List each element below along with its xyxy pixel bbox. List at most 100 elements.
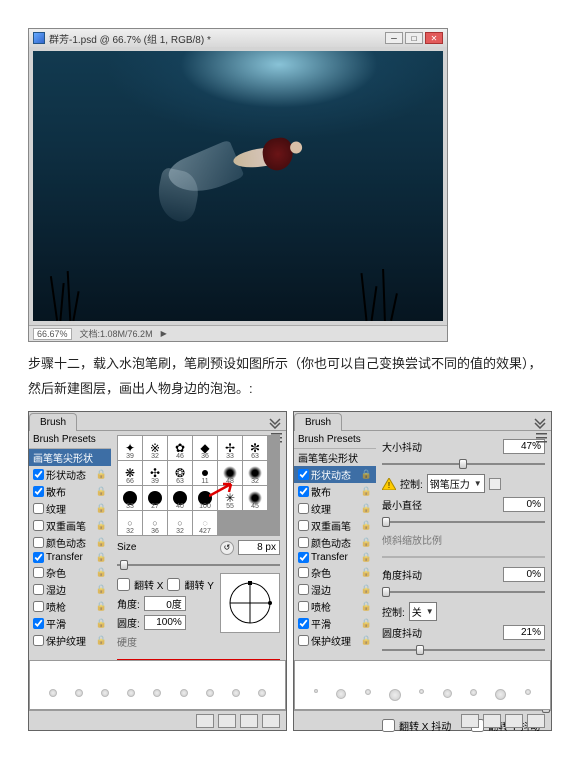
lock-icon: 🔒 bbox=[361, 520, 372, 531]
window-title: 群芳-1.psd @ 66.7% (组 1, RGB/8) * bbox=[49, 31, 211, 46]
opt-shape-dynamics[interactable]: 形状动态🔒 bbox=[294, 466, 376, 483]
round-jitter-input[interactable] bbox=[503, 625, 545, 640]
lock-icon: 🔒 bbox=[96, 503, 107, 514]
size-label: Size bbox=[117, 542, 136, 553]
lock-icon: 🔒 bbox=[361, 601, 372, 612]
status-bar: 66.67% 文档:1.08M/76.2M ▶ bbox=[29, 325, 447, 341]
round-jitter-slider[interactable] bbox=[382, 644, 545, 656]
delete-button[interactable] bbox=[527, 714, 545, 728]
angle-jitter-slider[interactable] bbox=[382, 586, 545, 598]
lock-icon: 🔒 bbox=[361, 486, 372, 497]
delete-button[interactable] bbox=[262, 714, 280, 728]
opt-scatter[interactable]: 散布🔒 bbox=[294, 483, 376, 500]
size-input[interactable] bbox=[238, 540, 280, 555]
opt-dual-brush[interactable]: 双重画笔🔒 bbox=[294, 517, 376, 534]
brush-panel-left: Brush Brush Presets 画笔笔尖形状 形状动态🔒 散布🔒 纹理🔒… bbox=[28, 411, 287, 731]
angle-input[interactable] bbox=[144, 596, 186, 611]
angle-preview[interactable] bbox=[220, 573, 280, 633]
lock-icon: 🔒 bbox=[96, 584, 107, 595]
panel-menu-icon[interactable] bbox=[536, 432, 547, 443]
mermaid-artwork bbox=[166, 134, 293, 210]
lock-icon: 🔒 bbox=[96, 601, 107, 612]
maximize-button[interactable]: □ bbox=[405, 32, 423, 44]
opt-smoothing[interactable]: 平滑🔒 bbox=[294, 615, 376, 632]
flip-x-jitter-checkbox[interactable] bbox=[382, 719, 395, 732]
opt-color-dynamics[interactable]: 颜色动态🔒 bbox=[29, 534, 111, 551]
lock-icon: 🔒 bbox=[361, 552, 372, 563]
brush-tab[interactable]: Brush bbox=[29, 413, 77, 431]
canvas[interactable] bbox=[29, 47, 447, 325]
footer-button-1[interactable] bbox=[196, 714, 214, 728]
doc-icon bbox=[33, 32, 45, 44]
lock-icon: 🔒 bbox=[361, 503, 372, 514]
brush-tab[interactable]: Brush bbox=[294, 413, 342, 431]
opt-smoothing[interactable]: 平滑🔒 bbox=[29, 615, 111, 632]
lock-icon: 🔒 bbox=[96, 469, 107, 480]
tilt-slider bbox=[382, 551, 545, 563]
brush-panel-right: Brush Brush Presets 画笔笔尖形状 形状动态🔒 散布🔒 纹理🔒… bbox=[293, 411, 552, 731]
lock-icon: 🔒 bbox=[96, 486, 107, 497]
reset-size-button[interactable]: ↺ bbox=[220, 541, 234, 555]
opt-wet-edges[interactable]: 湿边🔒 bbox=[294, 581, 376, 598]
lock-icon: 🔒 bbox=[96, 635, 107, 646]
lock-icon: 🔒 bbox=[361, 567, 372, 578]
opt-transfer[interactable]: Transfer🔒 bbox=[29, 551, 111, 564]
angle-jitter-input[interactable] bbox=[503, 567, 545, 582]
panel-collapse-icon[interactable] bbox=[268, 415, 282, 429]
zoom-level[interactable]: 66.67% bbox=[33, 328, 72, 340]
opt-airbrush[interactable]: 喷枪🔒 bbox=[294, 598, 376, 615]
lock-icon: 🔒 bbox=[361, 537, 372, 548]
footer-button-1[interactable] bbox=[461, 714, 479, 728]
control-dropdown-2[interactable]: 关▼ bbox=[409, 602, 437, 621]
lock-icon: 🔒 bbox=[361, 635, 372, 646]
brush-stroke-preview bbox=[294, 660, 551, 710]
opt-brush-tip[interactable]: 画笔笔尖形状 bbox=[294, 449, 376, 466]
instruction-text: 步骤十二，载入水泡笔刷，笔刷预设如图所示（你也可以自己变换尝试不同的值的效果），… bbox=[28, 352, 552, 401]
flip-icon[interactable] bbox=[489, 478, 501, 490]
opt-protect-texture[interactable]: 保护纹理🔒 bbox=[29, 632, 111, 649]
silhouette-branches-right bbox=[353, 266, 413, 321]
flip-x-checkbox[interactable] bbox=[117, 578, 130, 591]
lock-icon: 🔒 bbox=[361, 584, 372, 595]
opt-shape-dynamics[interactable]: 形状动态🔒 bbox=[29, 466, 111, 483]
opt-color-dynamics[interactable]: 颜色动态🔒 bbox=[294, 534, 376, 551]
size-jitter-slider[interactable] bbox=[382, 458, 545, 470]
brush-stroke-preview bbox=[29, 660, 286, 710]
opt-noise[interactable]: 杂色🔒 bbox=[29, 564, 111, 581]
opt-scatter[interactable]: 散布🔒 bbox=[29, 483, 111, 500]
new-preset-button[interactable] bbox=[505, 714, 523, 728]
footer-button-2[interactable] bbox=[218, 714, 236, 728]
footer-button-2[interactable] bbox=[483, 714, 501, 728]
opt-wet-edges[interactable]: 湿边🔒 bbox=[29, 581, 111, 598]
size-slider[interactable] bbox=[117, 559, 280, 571]
close-button[interactable]: ✕ bbox=[425, 32, 443, 44]
opt-brush-tip[interactable]: 画笔笔尖形状 bbox=[29, 449, 111, 466]
opt-protect-texture[interactable]: 保护纹理🔒 bbox=[294, 632, 376, 649]
min-diameter-slider[interactable] bbox=[382, 516, 545, 528]
opt-texture[interactable]: 纹理🔒 bbox=[294, 500, 376, 517]
flip-y-checkbox[interactable] bbox=[167, 578, 180, 591]
lock-icon: 🔒 bbox=[96, 552, 107, 563]
lock-icon: 🔒 bbox=[96, 537, 107, 548]
roundness-input[interactable] bbox=[144, 615, 186, 630]
document-window: 群芳-1.psd @ 66.7% (组 1, RGB/8) * ─ □ ✕ bbox=[28, 28, 448, 342]
opt-airbrush[interactable]: 喷枪🔒 bbox=[29, 598, 111, 615]
silhouette-branches-left bbox=[43, 266, 103, 321]
lock-icon: 🔒 bbox=[96, 567, 107, 578]
opt-dual-brush[interactable]: 双重画笔🔒 bbox=[29, 517, 111, 534]
minimize-button[interactable]: ─ bbox=[385, 32, 403, 44]
opt-noise[interactable]: 杂色🔒 bbox=[294, 564, 376, 581]
brush-preset-grid[interactable]: ✦39 ※32 ✿46 ◆36 ✢33 ✼63 ❋66 ✣39 ❂63 11 4… bbox=[117, 435, 280, 536]
min-diameter-input[interactable] bbox=[503, 497, 545, 512]
control-dropdown-1[interactable]: 钢笔压力▼ bbox=[427, 474, 485, 493]
opt-transfer[interactable]: Transfer🔒 bbox=[294, 551, 376, 564]
brush-presets-button[interactable]: Brush Presets bbox=[29, 431, 111, 449]
opt-texture[interactable]: 纹理🔒 bbox=[29, 500, 111, 517]
lock-icon: 🔒 bbox=[96, 618, 107, 629]
lock-icon: 🔒 bbox=[361, 469, 372, 480]
lock-icon: 🔒 bbox=[96, 520, 107, 531]
panel-collapse-icon[interactable] bbox=[533, 415, 547, 429]
brush-presets-button[interactable]: Brush Presets bbox=[294, 431, 376, 449]
new-preset-button[interactable] bbox=[240, 714, 258, 728]
warning-icon: ! bbox=[382, 478, 396, 490]
